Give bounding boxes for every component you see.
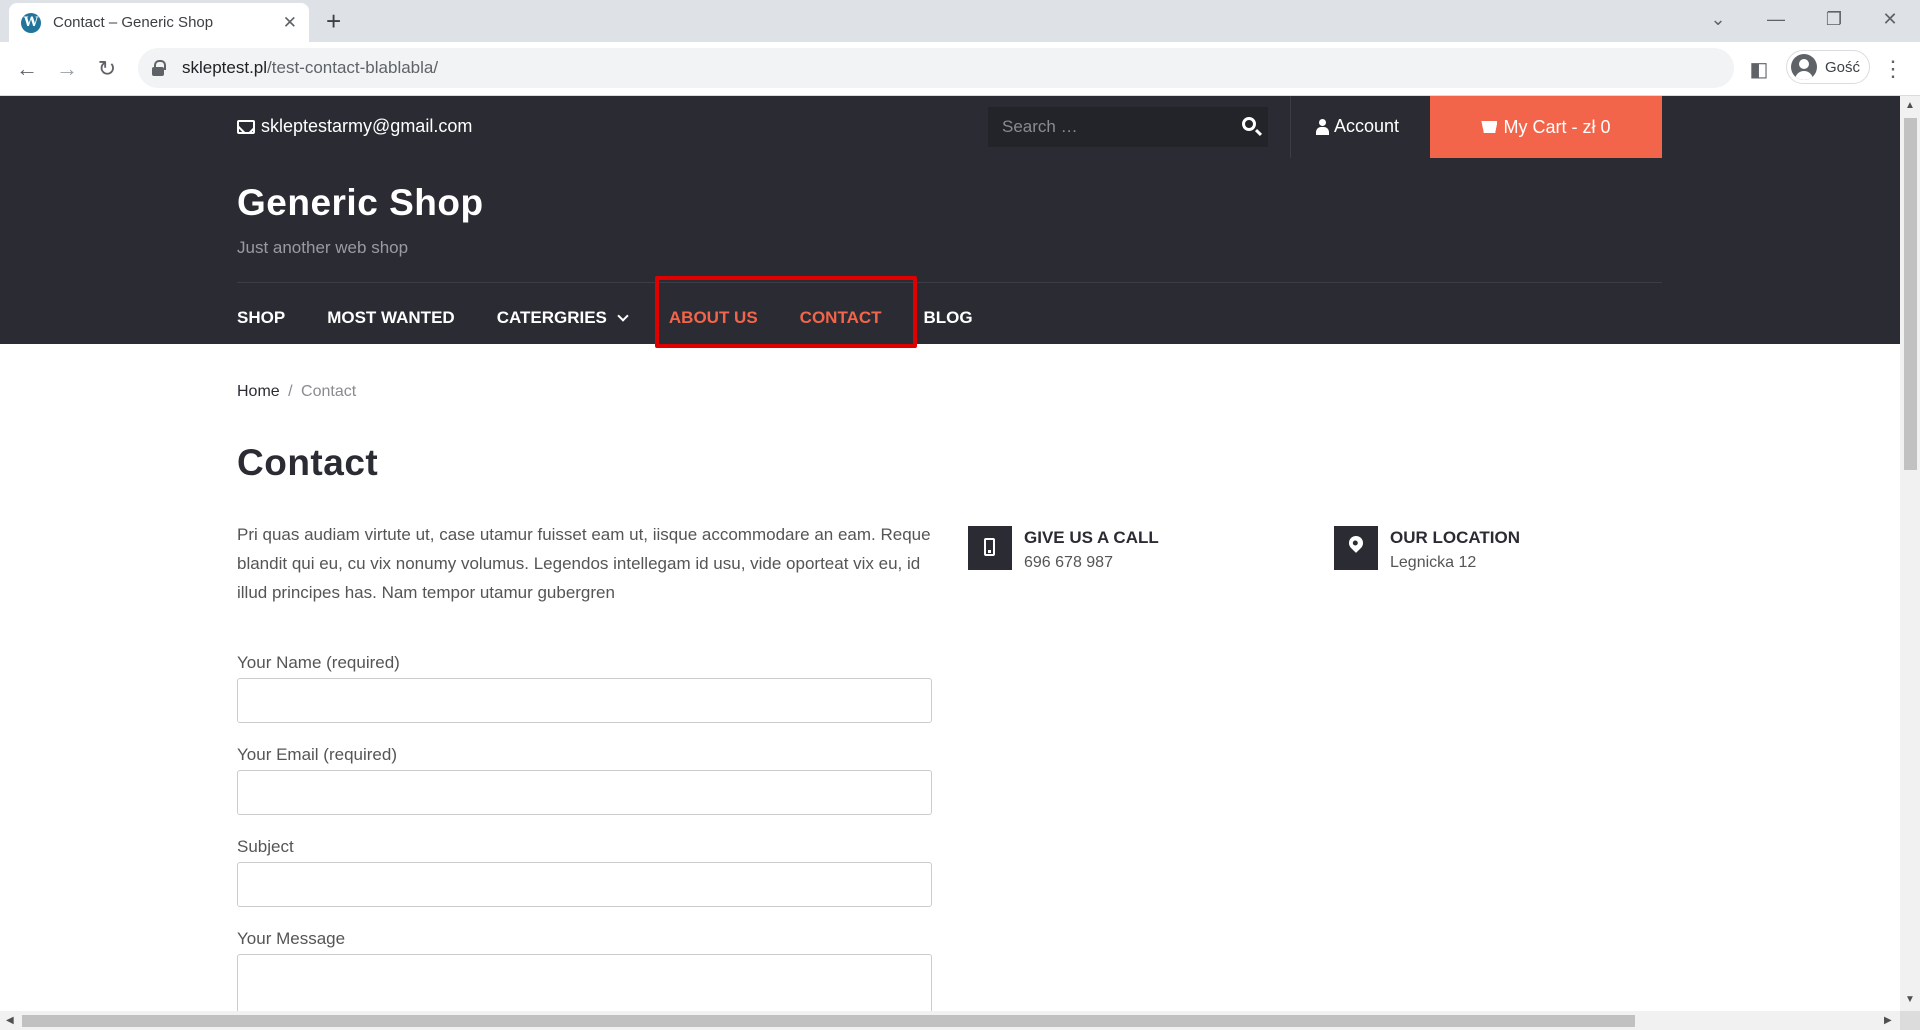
cart-label: My Cart - zł 0: [1503, 116, 1611, 137]
highlight-annotation-box: [655, 276, 917, 348]
breadcrumb-separator: /: [288, 383, 293, 400]
breadcrumb: Home / Contact: [237, 383, 356, 401]
horizontal-scroll-thumb[interactable]: [22, 1015, 1635, 1027]
minimize-button[interactable]: —: [1752, 0, 1800, 38]
message-field[interactable]: [237, 954, 932, 1011]
email-input[interactable]: [238, 771, 931, 814]
site-header: Generic Shop Just another web shop SHOP …: [0, 158, 1900, 344]
breadcrumb-current: Contact: [301, 383, 357, 400]
url-text: skleptest.pl/test-contact-blablabla/: [182, 58, 439, 77]
location-value: Legnicka 12: [1390, 554, 1477, 571]
site-title[interactable]: Generic Shop: [237, 182, 484, 224]
wordpress-favicon-icon: W: [21, 12, 41, 33]
location-info: OUR LOCATION Legnicka 12: [1334, 526, 1520, 572]
browser-tab[interactable]: W Contact – Generic Shop ✕: [9, 3, 309, 42]
profile-button[interactable]: Gość: [1786, 50, 1870, 84]
reload-button[interactable]: ↻: [90, 52, 124, 86]
header-divider: [237, 282, 1662, 283]
vertical-scrollbar[interactable]: ▲ ▼: [1900, 96, 1920, 1011]
contact-email[interactable]: skleptestarmy@gmail.com: [237, 116, 472, 137]
restore-button[interactable]: ❐: [1810, 0, 1858, 38]
web-page: skleptestarmy@gmail.com Account My Cart …: [0, 96, 1900, 1011]
lock-icon[interactable]: [152, 60, 166, 76]
map-pin-icon: [1334, 526, 1378, 570]
email-text: skleptestarmy@gmail.com: [261, 116, 473, 136]
search-input[interactable]: [1002, 117, 1222, 137]
forward-button[interactable]: →: [50, 52, 84, 86]
scroll-up-arrow-icon[interactable]: ▲: [1905, 100, 1915, 111]
menu-item-categories[interactable]: CATERGRIES: [496, 308, 629, 328]
envelope-icon: [237, 119, 255, 134]
call-info: GIVE US A CALL 696 678 987: [968, 526, 1159, 572]
user-icon: [1316, 118, 1329, 135]
menu-item-blog[interactable]: BLOG: [924, 308, 973, 328]
cart-button[interactable]: My Cart - zł 0: [1430, 96, 1662, 158]
location-title: OUR LOCATION: [1390, 528, 1521, 547]
new-tab-button[interactable]: +: [326, 6, 341, 36]
site-tagline: Just another web shop: [237, 238, 409, 257]
menu-item-most-wanted[interactable]: MOST WANTED: [327, 308, 455, 328]
name-label: Your Name (required): [237, 653, 400, 672]
email-label: Your Email (required): [237, 745, 397, 764]
tab-close-icon[interactable]: ✕: [283, 13, 297, 33]
message-label: Your Message: [237, 929, 346, 948]
call-value: 696 678 987: [1024, 554, 1113, 571]
browser-menu-icon[interactable]: ⋮: [1876, 52, 1910, 86]
name-field[interactable]: [237, 678, 932, 723]
subject-input[interactable]: [238, 863, 931, 906]
menu-item-categories-label: CATERGRIES: [496, 308, 607, 327]
scroll-right-arrow-icon[interactable]: ▶: [1884, 1015, 1892, 1026]
scroll-down-arrow-icon[interactable]: ▼: [1905, 994, 1915, 1005]
side-panel-icon[interactable]: ◧: [1742, 52, 1776, 86]
profile-label: Gość: [1825, 58, 1861, 76]
tab-title: Contact – Generic Shop: [53, 14, 214, 31]
account-label: Account: [1334, 116, 1400, 136]
email-field[interactable]: [237, 770, 932, 815]
tab-search-icon[interactable]: ⌄: [1694, 0, 1742, 38]
top-bar: skleptestarmy@gmail.com Account My Cart …: [0, 96, 1900, 158]
divider: [1290, 96, 1291, 158]
page-title: Contact: [237, 442, 379, 483]
vertical-scroll-thumb[interactable]: [1904, 118, 1917, 470]
avatar: [1791, 54, 1817, 80]
search-form: [988, 107, 1268, 147]
call-title: GIVE US A CALL: [1024, 528, 1159, 547]
back-button[interactable]: ←: [10, 52, 44, 86]
intro-text: Pri quas audiam virtute ut, case utamur …: [237, 525, 931, 602]
account-link[interactable]: Account: [1316, 116, 1399, 137]
breadcrumb-home[interactable]: Home: [237, 383, 280, 400]
browser-tabbar: W Contact – Generic Shop ✕ + ⌄ — ❐ ✕: [0, 0, 1920, 42]
name-input[interactable]: [238, 679, 931, 722]
window-close-button[interactable]: ✕: [1866, 0, 1914, 38]
message-textarea[interactable]: [238, 955, 931, 1011]
phone-icon: [968, 526, 1012, 570]
scroll-left-arrow-icon[interactable]: ◀: [6, 1015, 14, 1026]
search-icon[interactable]: [1242, 117, 1256, 131]
scrollbar-corner: [1900, 1011, 1920, 1030]
subject-label: Subject: [237, 837, 294, 856]
chevron-down-icon: [617, 309, 629, 322]
subject-field[interactable]: [237, 862, 932, 907]
address-bar[interactable]: skleptest.pl/test-contact-blablabla/: [138, 48, 1734, 88]
menu-item-shop[interactable]: SHOP: [237, 308, 285, 328]
horizontal-scrollbar[interactable]: ◀ ▶: [0, 1011, 1900, 1030]
browser-toolbar: ← → ↻ skleptest.pl/test-contact-blablabl…: [0, 42, 1920, 96]
cart-icon: [1481, 121, 1498, 133]
